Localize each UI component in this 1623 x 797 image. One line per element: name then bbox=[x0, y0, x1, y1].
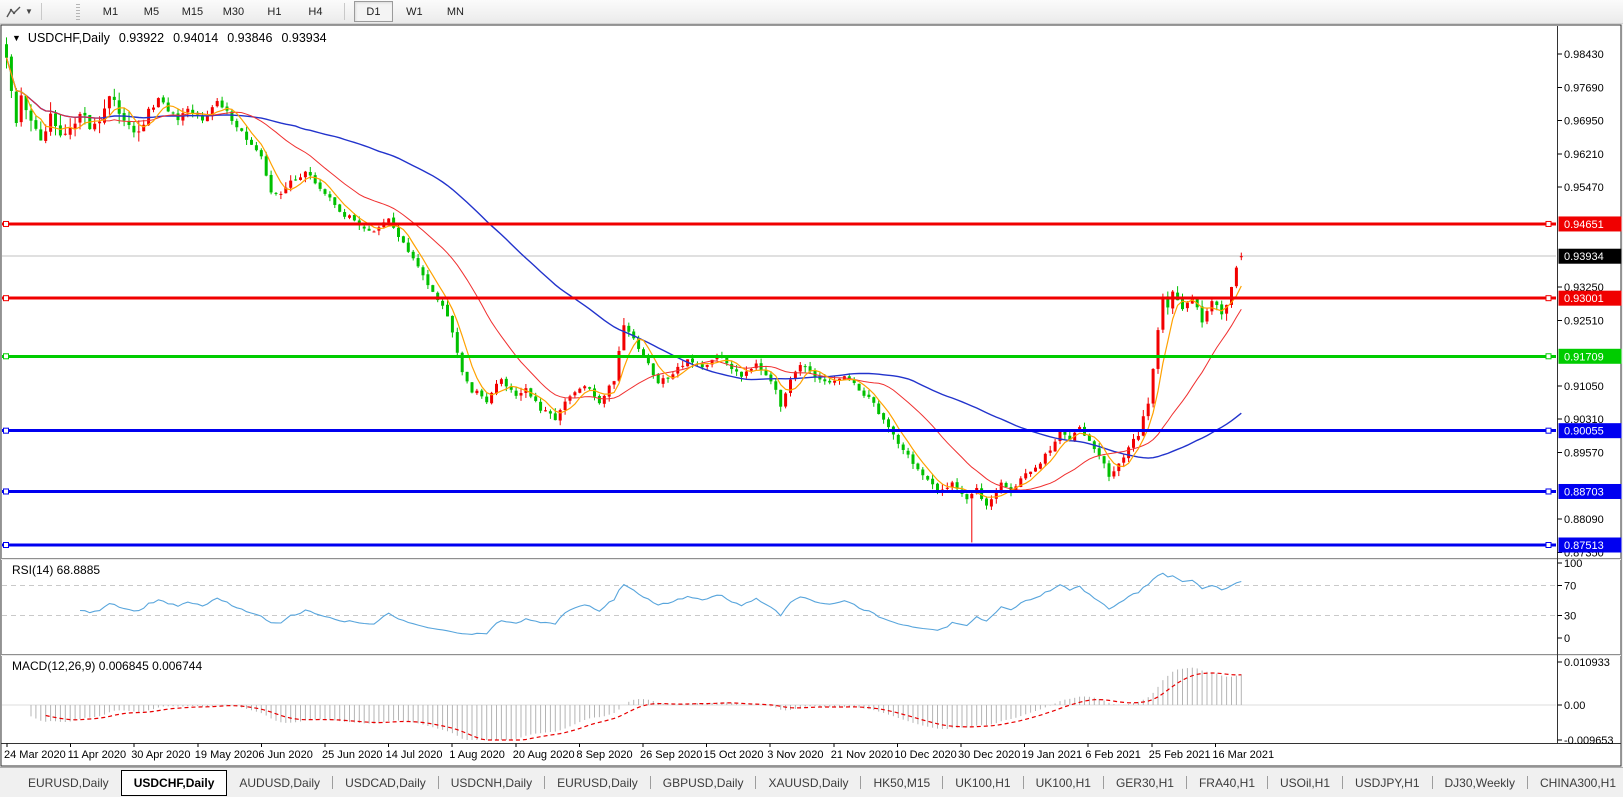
timeframe-button-M15[interactable]: M15 bbox=[173, 1, 212, 22]
level-handle[interactable] bbox=[1546, 428, 1551, 433]
level-handle[interactable] bbox=[1546, 543, 1551, 548]
svg-text:25 Feb 2021: 25 Feb 2021 bbox=[1149, 749, 1211, 761]
svg-text:0.91709: 0.91709 bbox=[1564, 351, 1604, 363]
svg-text:19 May 2020: 19 May 2020 bbox=[195, 749, 259, 761]
tab-AUDUSD-Daily[interactable]: AUDUSD,Daily bbox=[227, 772, 332, 794]
level-handle[interactable] bbox=[4, 543, 9, 548]
level-handle[interactable] bbox=[1546, 489, 1551, 494]
tab-USDCAD-Daily[interactable]: USDCAD,Daily bbox=[333, 772, 438, 794]
svg-text:16 Mar 2021: 16 Mar 2021 bbox=[1212, 749, 1274, 761]
tab-USOil-H1[interactable]: USOil,H1 bbox=[1268, 772, 1342, 794]
level-handle[interactable] bbox=[1546, 354, 1551, 359]
toolbar-separator bbox=[41, 3, 42, 20]
svg-text:0.96210: 0.96210 bbox=[1564, 149, 1604, 161]
svg-text:19 Jan 2021: 19 Jan 2021 bbox=[1022, 749, 1083, 761]
symbol-period-label: USDCHF,Daily bbox=[28, 31, 110, 45]
ohlc-high: 0.94014 bbox=[173, 31, 218, 45]
ohlc-open: 0.93922 bbox=[119, 31, 164, 45]
level-handle[interactable] bbox=[4, 296, 9, 301]
svg-text:0.97690: 0.97690 bbox=[1564, 82, 1604, 94]
svg-text:26 Sep 2020: 26 Sep 2020 bbox=[640, 749, 702, 761]
chart-tab-bar: EURUSD,DailyUSDCHF,DailyAUDUSD,DailyUSDC… bbox=[0, 767, 1623, 797]
timeframe-button-D1[interactable]: D1 bbox=[354, 1, 393, 22]
tab-USDJPY-H1[interactable]: USDJPY,H1 bbox=[1343, 772, 1431, 794]
svg-text:0.87513: 0.87513 bbox=[1564, 540, 1604, 552]
level-handle[interactable] bbox=[4, 489, 9, 494]
svg-text:0.90055: 0.90055 bbox=[1564, 426, 1604, 438]
svg-text:0.010933: 0.010933 bbox=[1564, 657, 1610, 669]
timeframe-button-MN[interactable]: MN bbox=[436, 1, 475, 22]
tab-EURUSD-Daily[interactable]: EURUSD,Daily bbox=[16, 772, 121, 794]
svg-text:10 Dec 2020: 10 Dec 2020 bbox=[894, 749, 956, 761]
svg-text:25 Jun 2020: 25 Jun 2020 bbox=[322, 749, 383, 761]
svg-text:0.93934: 0.93934 bbox=[1564, 251, 1604, 263]
ohlc-low: 0.93846 bbox=[227, 31, 272, 45]
svg-text:0.89570: 0.89570 bbox=[1564, 447, 1604, 459]
svg-text:0.88703: 0.88703 bbox=[1564, 486, 1604, 498]
svg-text:0.88090: 0.88090 bbox=[1564, 514, 1604, 526]
toolbar-separator bbox=[344, 3, 345, 20]
svg-text:0: 0 bbox=[1564, 633, 1570, 645]
svg-text:21 Nov 2020: 21 Nov 2020 bbox=[831, 749, 893, 761]
level-handle[interactable] bbox=[1546, 221, 1551, 226]
rsi-label: RSI(14) 68.8885 bbox=[12, 563, 100, 577]
svg-text:100: 100 bbox=[1564, 558, 1582, 570]
chart-title: ▼ USDCHF,Daily 0.93922 0.94014 0.93846 0… bbox=[12, 31, 327, 45]
svg-text:30: 30 bbox=[1564, 611, 1576, 623]
macd-label: MACD(12,26,9) 0.006845 0.006744 bbox=[12, 659, 202, 673]
line-study-icon[interactable] bbox=[6, 5, 22, 19]
tab-UK100-H1[interactable]: UK100,H1 bbox=[943, 772, 1022, 794]
tab-USDCNH-Daily[interactable]: USDCNH,Daily bbox=[439, 772, 544, 794]
timeframe-button-H4[interactable]: H4 bbox=[296, 1, 335, 22]
level-handle[interactable] bbox=[4, 354, 9, 359]
collapse-chart-icon[interactable]: ▼ bbox=[12, 33, 21, 43]
tab-GBPUSD-Daily[interactable]: GBPUSD,Daily bbox=[651, 772, 756, 794]
svg-text:6 Feb 2021: 6 Feb 2021 bbox=[1085, 749, 1141, 761]
tab-XAUUSD-Daily[interactable]: XAUUSD,Daily bbox=[756, 772, 860, 794]
svg-text:20 Aug 2020: 20 Aug 2020 bbox=[513, 749, 575, 761]
svg-text:-0.009653: -0.009653 bbox=[1564, 735, 1614, 747]
timeframe-button-M30[interactable]: M30 bbox=[214, 1, 253, 22]
svg-text:0.95470: 0.95470 bbox=[1564, 182, 1604, 194]
tab-EURUSD-Daily[interactable]: EURUSD,Daily bbox=[545, 772, 650, 794]
svg-text:0.91050: 0.91050 bbox=[1564, 381, 1604, 393]
chevron-down-icon[interactable]: ▼ bbox=[25, 7, 33, 16]
level-handle[interactable] bbox=[4, 428, 9, 433]
timeframe-button-M1[interactable]: M1 bbox=[91, 1, 130, 22]
svg-text:0.00: 0.00 bbox=[1564, 700, 1585, 712]
svg-text:24 Mar 2020: 24 Mar 2020 bbox=[4, 749, 66, 761]
timeframe-button-M5[interactable]: M5 bbox=[132, 1, 171, 22]
svg-text:11 Apr 2020: 11 Apr 2020 bbox=[68, 749, 127, 761]
level-handle[interactable] bbox=[4, 221, 9, 226]
svg-text:0.94651: 0.94651 bbox=[1564, 219, 1604, 231]
tab-UK100-H1[interactable]: UK100,H1 bbox=[1024, 772, 1103, 794]
svg-text:3 Nov 2020: 3 Nov 2020 bbox=[767, 749, 823, 761]
chart-canvas[interactable]: 0.984300.976900.969500.962100.954700.932… bbox=[0, 0, 1623, 797]
svg-text:0.96950: 0.96950 bbox=[1564, 116, 1604, 128]
timeframe-button-H1[interactable]: H1 bbox=[255, 1, 294, 22]
svg-text:1 Aug 2020: 1 Aug 2020 bbox=[449, 749, 505, 761]
svg-text:30 Dec 2020: 30 Dec 2020 bbox=[958, 749, 1020, 761]
level-handle[interactable] bbox=[1546, 296, 1551, 301]
svg-text:8 Sep 2020: 8 Sep 2020 bbox=[576, 749, 632, 761]
svg-text:70: 70 bbox=[1564, 581, 1576, 593]
timeframe-button-W1[interactable]: W1 bbox=[395, 1, 434, 22]
tab-FRA40-H1[interactable]: FRA40,H1 bbox=[1187, 772, 1267, 794]
timeframe-toolbar: ▼ M1M5M15M30H1H4 D1W1MN bbox=[0, 0, 1623, 24]
svg-text:30 Apr 2020: 30 Apr 2020 bbox=[131, 749, 190, 761]
tab-USDCHF-Daily[interactable]: USDCHF,Daily bbox=[121, 770, 228, 796]
tab-DJ30-Weekly[interactable]: DJ30,Weekly bbox=[1433, 772, 1527, 794]
tab-HK50-M15[interactable]: HK50,M15 bbox=[861, 772, 942, 794]
svg-text:0.92510: 0.92510 bbox=[1564, 315, 1604, 327]
svg-text:6 Jun 2020: 6 Jun 2020 bbox=[258, 749, 312, 761]
svg-text:0.98430: 0.98430 bbox=[1564, 49, 1604, 61]
svg-text:0.93001: 0.93001 bbox=[1564, 293, 1604, 305]
tab-GER30-H1[interactable]: GER30,H1 bbox=[1104, 772, 1186, 794]
tab-CHINA300-H1[interactable]: CHINA300,H1 bbox=[1528, 772, 1623, 794]
svg-text:15 Oct 2020: 15 Oct 2020 bbox=[704, 749, 764, 761]
toolbar-grip-handle[interactable] bbox=[76, 4, 80, 20]
svg-text:14 Jul 2020: 14 Jul 2020 bbox=[386, 749, 443, 761]
ohlc-close: 0.93934 bbox=[281, 31, 326, 45]
